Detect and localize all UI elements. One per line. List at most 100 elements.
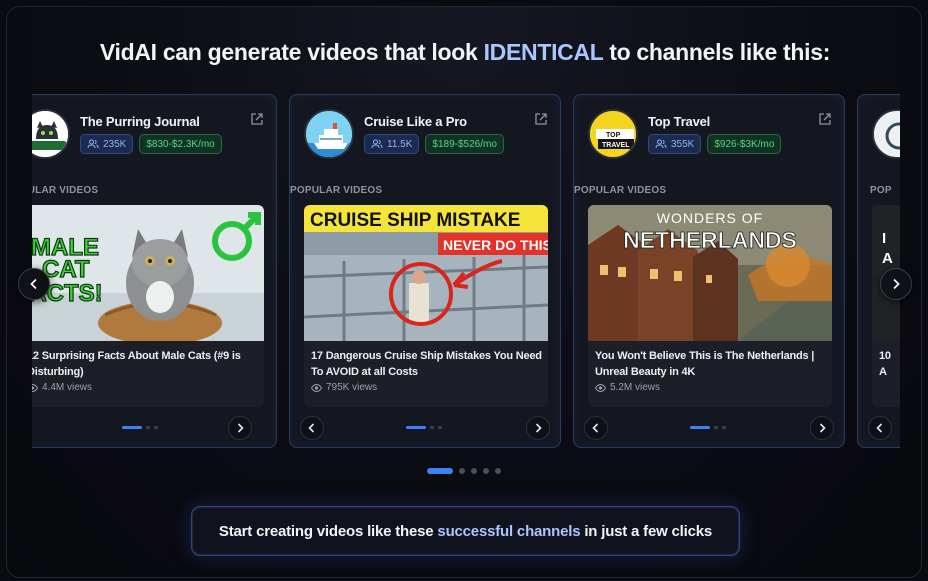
external-link-icon[interactable]	[250, 112, 264, 126]
video-dot[interactable]	[438, 426, 442, 429]
channel-avatar	[872, 109, 900, 159]
carousel-pagination	[427, 468, 501, 474]
eye-icon	[32, 383, 38, 392]
channel-card: Cruise Like a Pro 11.5K $189-$526/mo POP…	[289, 94, 561, 448]
video-thumbnail[interactable]: MALE CAT FACTS!	[32, 205, 264, 341]
revenue-badge: $830-$2.3K/mo	[139, 134, 222, 154]
chevron-left-icon	[308, 423, 315, 433]
page-dot[interactable]	[471, 468, 477, 474]
eye-icon	[311, 383, 322, 392]
cta-banner[interactable]: Start creating videos like these success…	[191, 506, 740, 556]
channel-carousel[interactable]: The Purring Journal 235K $830-$2.3K/mo P…	[32, 94, 900, 449]
video-dots	[690, 426, 726, 429]
next-video-button[interactable]	[810, 416, 834, 440]
revenue-badge: $926-$3K/mo	[707, 134, 782, 154]
subscribers-count: 235K	[103, 138, 127, 150]
video-title[interactable]: 12 Surprising Facts About Male Cats (#9 …	[32, 348, 259, 380]
users-icon	[371, 139, 383, 149]
video-dot[interactable]	[146, 426, 150, 429]
external-link-icon[interactable]	[534, 112, 548, 126]
headline-after: to channels like this:	[603, 39, 831, 65]
next-video-button[interactable]	[526, 416, 550, 440]
channel-stats: 235K $830-$2.3K/mo	[80, 134, 222, 154]
page-dot-active[interactable]	[427, 468, 453, 474]
carousel-prev-button[interactable]	[18, 268, 50, 300]
headline: VidAI can generate videos that look IDEN…	[7, 39, 921, 66]
prev-video-button[interactable]	[300, 416, 324, 440]
page-dot[interactable]	[459, 468, 465, 474]
views-count: 795K views	[326, 382, 378, 393]
page-dot[interactable]	[483, 468, 489, 474]
next-video-button[interactable]	[228, 416, 252, 440]
users-icon	[87, 139, 99, 149]
users-icon	[655, 139, 667, 149]
video-dot-active[interactable]	[690, 426, 710, 429]
video-dot[interactable]	[722, 426, 726, 429]
channel-card: The Purring Journal 235K $830-$2.3K/mo P…	[32, 94, 277, 448]
video-thumbnail[interactable]: WONDERS OF NETHERLANDS	[588, 205, 832, 341]
showcase-panel: VidAI can generate videos that look IDEN…	[6, 6, 922, 578]
channel-header: TOP TRAVEL Top Travel 355K $926-$3K/mo	[588, 108, 832, 162]
chevron-right-icon	[893, 278, 900, 290]
channel-avatar	[304, 109, 354, 159]
video-dot[interactable]	[430, 426, 434, 429]
video-title[interactable]: 17 Dangerous Cruise Ship Mistakes You Ne…	[311, 348, 543, 380]
video-dots	[406, 426, 442, 429]
cta-highlight: successful channels	[437, 522, 581, 540]
video-dot-active[interactable]	[122, 426, 142, 429]
chevron-right-icon	[237, 423, 244, 433]
popular-videos-label: POPULAR VIDEOS	[32, 185, 99, 196]
video-carousel-controls	[290, 416, 562, 440]
video-title[interactable]: 10 A	[879, 348, 900, 380]
video-carousel-controls	[574, 416, 846, 440]
cta-after: in just a few clicks	[584, 522, 713, 540]
video-tile[interactable]: WONDERS OF NETHERLANDS You Won't Believe…	[588, 205, 832, 407]
video-dot[interactable]	[154, 426, 158, 429]
carousel-next-button[interactable]	[880, 268, 912, 300]
thumb-fragment-1: I	[882, 230, 886, 247]
channel-avatar: TOP TRAVEL	[588, 109, 638, 159]
video-tile[interactable]: MALE CAT FACTS! 12 Surprising Facts Abou…	[32, 205, 264, 407]
chevron-right-icon	[819, 423, 826, 433]
video-carousel-controls	[858, 416, 900, 440]
chevron-right-icon	[535, 423, 542, 433]
subscribers-count: 11.5K	[387, 138, 413, 150]
thumb-text-mistake: CRUISE SHIP MISTAKE	[310, 210, 520, 231]
chevron-left-icon	[876, 423, 883, 433]
chevron-left-icon	[592, 423, 599, 433]
channel-stats: 355K $926-$3K/mo	[648, 134, 782, 154]
video-dots	[122, 426, 158, 429]
video-dot[interactable]	[714, 426, 718, 429]
channel-header	[872, 108, 900, 162]
headline-before: VidAI can generate videos that look	[99, 39, 484, 65]
channel-header: Cruise Like a Pro 11.5K $189-$526/mo	[304, 108, 548, 162]
popular-videos-label: POP	[870, 185, 892, 196]
thumb-text-never: NEVER DO THIS	[443, 237, 548, 253]
thumb-text-netherlands: NETHERLANDS	[623, 227, 797, 253]
video-views: 5.2M views	[595, 382, 660, 393]
thumb-text-wonders: WONDERS OF	[657, 210, 763, 226]
channel-name: Cruise Like a Pro	[364, 114, 467, 129]
popular-videos-label: POPULAR VIDEOS	[290, 185, 383, 196]
cta-before: Start creating videos like these	[218, 522, 434, 540]
subscribers-count: 355K	[671, 138, 695, 150]
subscribers-badge: 235K	[80, 134, 134, 154]
video-title[interactable]: You Won't Believe This is The Netherland…	[595, 348, 827, 380]
popular-videos-label: POPULAR VIDEOS	[574, 185, 667, 196]
views-count: 4.4M views	[42, 382, 93, 393]
video-views: 4.4M views	[32, 382, 92, 393]
prev-video-button[interactable]	[584, 416, 608, 440]
channel-stats: 11.5K $189-$526/mo	[364, 134, 504, 154]
video-tile[interactable]: I A 10 A	[872, 205, 900, 407]
avatar-text-travel: TRAVEL	[602, 142, 630, 149]
video-tile[interactable]: CRUISE SHIP MISTAKE NEVER DO THIS 17 Dan…	[304, 205, 548, 407]
external-link-icon[interactable]	[818, 112, 832, 126]
carousel-track: The Purring Journal 235K $830-$2.3K/mo P…	[32, 94, 900, 449]
channel-name: The Purring Journal	[80, 114, 200, 129]
page-dot[interactable]	[495, 468, 501, 474]
prev-video-button[interactable]	[868, 416, 892, 440]
video-dot-active[interactable]	[406, 426, 426, 429]
subscribers-badge: 355K	[648, 134, 702, 154]
video-title-fragment-2: A	[879, 366, 887, 378]
video-thumbnail[interactable]: CRUISE SHIP MISTAKE NEVER DO THIS	[304, 205, 548, 341]
